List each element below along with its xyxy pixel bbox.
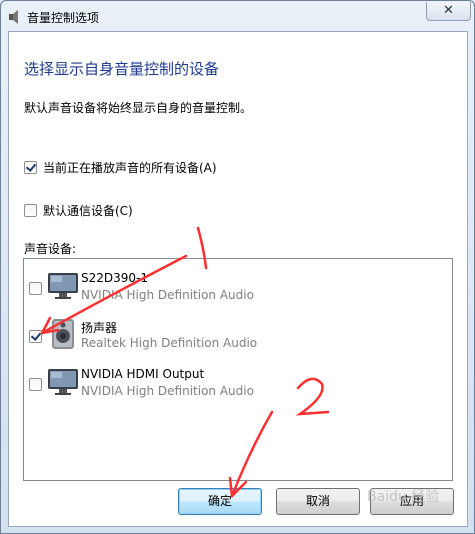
device-driver: NVIDIA High Definition Audio xyxy=(81,384,254,398)
all-playing-devices-checkbox[interactable] xyxy=(24,160,37,174)
dialog-window: 音量控制选项 ✕ 选择显示自身音量控制的设备 默认声音设备将始终显示自身的音量控… xyxy=(0,0,475,534)
monitor-icon xyxy=(48,273,78,299)
device-item-speakers[interactable]: 扬声器 Realtek High Definition Audio xyxy=(24,312,452,360)
device-driver: Realtek High Definition Audio xyxy=(81,336,258,350)
device-checkbox-s22d390[interactable] xyxy=(29,282,42,295)
cancel-button[interactable]: 取消 xyxy=(276,488,360,515)
all-playing-devices-option[interactable]: 当前正在播放声音的所有设备(A) xyxy=(24,159,217,175)
ok-button[interactable]: 确定 xyxy=(178,488,262,515)
dialog-description: 默认声音设备将始终显示自身的音量控制。 xyxy=(24,101,253,115)
title-bar[interactable]: 音量控制选项 ✕ xyxy=(1,1,474,31)
device-item-hdmi[interactable]: NVIDIA HDMI Output NVIDIA High Definitio… xyxy=(24,360,452,408)
device-name: NVIDIA HDMI Output xyxy=(81,367,205,381)
default-comm-device-checkbox[interactable] xyxy=(24,203,37,217)
default-comm-device-option[interactable]: 默认通信设备(C) xyxy=(24,202,133,218)
sound-devices-list[interactable]: S22D390-1 NVIDIA High Definition Audio 扬… xyxy=(23,258,453,481)
default-comm-device-label: 默认通信设备(C) xyxy=(43,203,133,218)
dialog-body: 选择显示自身音量控制的设备 默认声音设备将始终显示自身的音量控制。 当前正在播放… xyxy=(8,31,468,527)
device-item-s22d390[interactable]: S22D390-1 NVIDIA High Definition Audio xyxy=(24,264,452,312)
device-checkbox-hdmi[interactable] xyxy=(29,378,42,391)
apply-button[interactable]: 应用 xyxy=(370,488,454,515)
device-driver: NVIDIA High Definition Audio xyxy=(81,288,254,302)
dialog-heading: 选择显示自身音量控制的设备 xyxy=(24,60,220,78)
close-button[interactable]: ✕ xyxy=(426,2,471,21)
device-name: S22D390-1 xyxy=(81,271,148,285)
speaker-icon xyxy=(52,319,74,349)
speaker-icon xyxy=(9,10,18,24)
monitor-icon xyxy=(48,369,78,395)
device-name: 扬声器 xyxy=(81,321,118,335)
all-playing-devices-label: 当前正在播放声音的所有设备(A) xyxy=(43,160,217,175)
sound-devices-label: 声音设备: xyxy=(24,242,77,256)
window-title: 音量控制选项 xyxy=(27,11,100,25)
device-checkbox-speakers[interactable] xyxy=(29,330,42,343)
